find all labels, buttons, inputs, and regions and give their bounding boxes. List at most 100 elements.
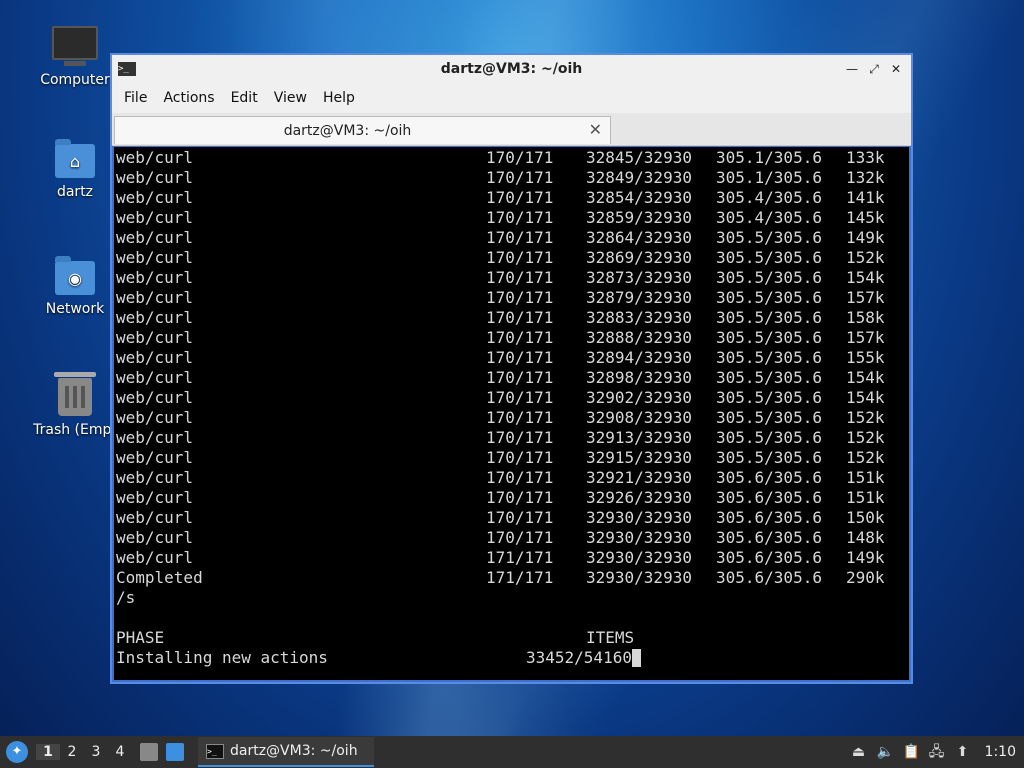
workspace-4[interactable]: 4 [108,744,132,760]
terminal-tab[interactable]: dartz@VM3: ~/oih ✕ [114,116,611,144]
close-icon[interactable]: ✕ [889,62,903,76]
clipboard-icon[interactable]: 📋 [903,744,920,760]
cell-rate: 154k [846,388,885,407]
terminal-line: PHASE ITEMS [114,628,909,648]
tab-close-icon[interactable]: ✕ [589,120,602,139]
cell-rate: 141k [846,188,885,207]
cell-name: web/curl [116,148,194,167]
terminal-line: web/curl 170/171 32869/32930 305.5/305.6 152… [114,248,909,268]
cell-name: web/curl [116,308,194,327]
task-title: dartz@VM3: ~/oih [230,743,358,759]
cell-rate: 157k [846,288,885,307]
cell-files: 32854/32930 [586,188,692,207]
menu-actions[interactable]: Actions [155,90,222,106]
cell-pkgs: 170/171 [486,268,554,287]
phase-label: Installing new actions [116,648,328,667]
cell-pkgs: 170/171 [486,248,554,267]
phase-header: PHASE [116,628,165,647]
menu-help[interactable]: Help [315,90,363,106]
cell-rate: 152k [846,428,885,447]
cell-files: 32849/32930 [586,168,692,187]
show-desktop-icon[interactable] [166,743,184,761]
desktop-icon-computer[interactable]: Computer [27,26,123,88]
terminal-line: web/curl 170/171 32915/32930 305.5/305.6 152… [114,448,909,468]
cell-files: 32883/32930 [586,308,692,327]
terminal-line: web/curl 170/171 32930/32930 305.6/305.6 150… [114,508,909,528]
cell-rate: 158k [846,308,885,327]
volume-icon[interactable]: 🔈 [877,744,894,760]
start-menu-icon[interactable]: ✦ [6,741,28,763]
cell-files: 32930/32930 [586,568,692,587]
cell-name: web/curl [116,468,194,487]
cell-name: web/curl [116,488,194,507]
trash-icon [54,372,96,416]
desktop-icon-network[interactable]: ◉ Network [27,256,123,317]
cell-name: web/curl [116,228,194,247]
update-notifier-icon[interactable]: ⬆ [955,744,971,760]
tab-bar: dartz@VM3: ~/oih ✕ [112,113,911,146]
cell-files: 32869/32930 [586,248,692,267]
cell-size: 305.5/305.6 [716,388,822,407]
cell-name: web/curl [116,168,194,187]
system-tray: ⏏ 🔈 📋 🖧 ⬆ 1:10 [851,744,1016,760]
desktop-icon-label: Network [45,301,105,317]
terminal-line: /s [114,588,909,608]
terminal-text: /s [116,588,136,607]
desktop-icon-home[interactable]: ⌂ dartz [27,139,123,200]
cell-pkgs: 170/171 [486,308,554,327]
cell-name: web/curl [116,328,194,347]
workspace-3[interactable]: 3 [84,744,108,760]
cell-files: 32864/32930 [586,228,692,247]
cell-pkgs: 170/171 [486,488,554,507]
workspace-1[interactable]: 1 [36,744,60,760]
cell-size: 305.1/305.6 [716,148,822,167]
cell-rate: 152k [846,448,885,467]
terminal-icon: >_ [118,62,136,76]
cell-size: 305.4/305.6 [716,188,822,207]
cell-rate: 154k [846,368,885,387]
cell-rate: 152k [846,408,885,427]
cell-name: web/curl [116,208,194,227]
cell-files: 32926/32930 [586,488,692,507]
cell-size: 305.5/305.6 [716,368,822,387]
terminal-line: web/curl 170/171 32898/32930 305.5/305.6 154… [114,368,909,388]
eject-icon[interactable]: ⏏ [851,744,867,760]
menu-edit[interactable]: Edit [223,90,266,106]
cell-pkgs: 170/171 [486,148,554,167]
cell-size: 305.5/305.6 [716,408,822,427]
desktop-icon-trash[interactable]: Trash (Empt [27,372,123,438]
taskbar-task-terminal[interactable]: >_ dartz@VM3: ~/oih [198,737,374,767]
cell-rate: 132k [846,168,885,187]
network-icon[interactable]: 🖧 [929,744,945,760]
cell-files: 32930/32930 [586,528,692,547]
cell-rate: 149k [846,228,885,247]
terminal-line: web/curl 171/171 32930/32930 305.6/305.6 149… [114,548,909,568]
cell-name: web/curl [116,368,194,387]
cell-size: 305.4/305.6 [716,208,822,227]
terminal-output[interactable]: web/curl 170/171 32845/32930 305.1/305.6 133… [114,147,909,680]
menu-file[interactable]: File [116,90,155,106]
cell-pkgs: 170/171 [486,368,554,387]
file-manager-icon[interactable] [140,743,158,761]
maximize-icon[interactable]: ⤢ [867,62,881,76]
cell-name: web/curl [116,508,194,527]
minimize-icon[interactable]: — [845,62,859,76]
cell-size: 305.6/305.6 [716,568,822,587]
clock[interactable]: 1:10 [985,744,1016,760]
cell-name: web/curl [116,528,194,547]
cell-name: web/curl [116,348,194,367]
cell-pkgs: 171/171 [486,548,554,567]
cell-pkgs: 170/171 [486,208,554,227]
window-titlebar[interactable]: >_ dartz@VM3: ~/oih — ⤢ ✕ [112,55,911,83]
cell-pkgs: 170/171 [486,188,554,207]
home-folder-icon: ⌂ [55,139,95,178]
cell-name: web/curl [116,428,194,447]
menu-view[interactable]: View [266,90,315,106]
terminal-line: web/curl 170/171 32873/32930 305.5/305.6 154… [114,268,909,288]
cell-size: 305.5/305.6 [716,288,822,307]
workspace-2[interactable]: 2 [60,744,84,760]
cell-rate: 149k [846,548,885,567]
cell-pkgs: 170/171 [486,328,554,347]
terminal-line: web/curl 170/171 32845/32930 305.1/305.6 133… [114,148,909,168]
terminal-line: web/curl 170/171 32926/32930 305.6/305.6 151… [114,488,909,508]
